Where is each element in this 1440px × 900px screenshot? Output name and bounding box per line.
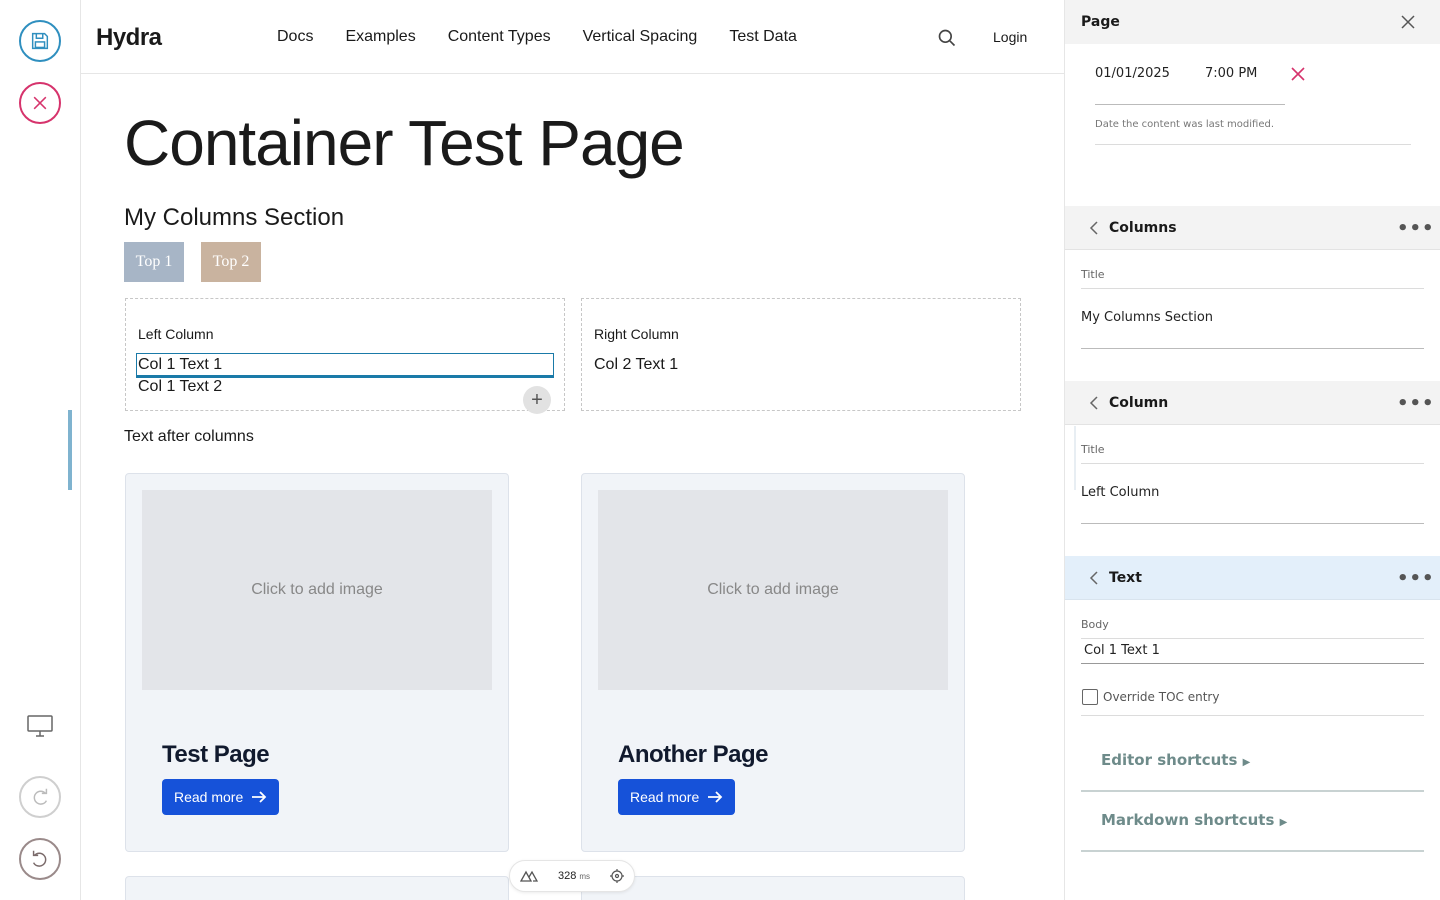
nav-vertical-spacing[interactable]: Vertical Spacing: [583, 28, 698, 46]
teaser-card[interactable]: Click to add image Test Page Read more: [125, 473, 509, 852]
page-title[interactable]: Container Test Page: [124, 106, 685, 180]
panel-title: Page: [1081, 14, 1120, 30]
more-icon[interactable]: •••: [1397, 218, 1435, 239]
read-more-label: Read more: [174, 789, 244, 805]
read-more-button[interactable]: Read more: [162, 779, 280, 815]
redo-icon: [33, 788, 48, 805]
search-icon[interactable]: [937, 28, 957, 48]
panel-title: Text: [1109, 569, 1142, 586]
crosshair-icon: [610, 869, 625, 883]
divider: [1095, 144, 1411, 145]
field-label: Title: [1081, 268, 1105, 281]
divider: [1081, 523, 1424, 524]
undo-button[interactable]: [19, 838, 61, 880]
divider: [1081, 638, 1424, 639]
caret-right-icon: ▶: [1279, 817, 1288, 828]
text-panel-header[interactable]: Text •••: [1065, 556, 1440, 600]
arrow-right-icon: [708, 791, 723, 803]
arrow-right-icon: [252, 791, 267, 803]
columns-panel-header[interactable]: Columns •••: [1065, 206, 1440, 250]
left-column[interactable]: Left Column Col 1 Text 1 Col 1 Text 2 +: [125, 298, 565, 414]
column-panel-header[interactable]: Column •••: [1065, 381, 1440, 425]
chevron-left-icon[interactable]: [1087, 394, 1101, 412]
cancel-button[interactable]: [19, 82, 61, 124]
divider: [1081, 463, 1424, 464]
save-button[interactable]: [19, 20, 61, 62]
divider: [1081, 348, 1424, 349]
login-link[interactable]: Login: [993, 29, 1027, 45]
divider: [1081, 850, 1424, 852]
monitor-icon: [27, 715, 53, 737]
read-more-label: Read more: [630, 789, 700, 805]
undo-icon: [32, 850, 47, 867]
page-panel-header: Page: [1065, 0, 1440, 44]
close-icon: [33, 96, 47, 110]
override-toc-checkbox[interactable]: [1082, 689, 1098, 705]
nav-examples[interactable]: Examples: [345, 28, 415, 46]
divider: [1081, 715, 1424, 716]
perf-badge[interactable]: 328 ms: [509, 860, 635, 892]
column-title: Left Column: [138, 326, 214, 342]
teaser-card[interactable]: [581, 876, 965, 900]
nuxt-icon: [519, 870, 538, 882]
site-logo[interactable]: Hydra: [96, 24, 162, 52]
image-placeholder[interactable]: Click to add image: [598, 490, 948, 690]
caret-right-icon: ▶: [1242, 757, 1251, 768]
markdown-shortcuts-toggle[interactable]: Markdown shortcuts ▶: [1101, 811, 1287, 829]
main-nav: Docs Examples Content Types Vertical Spa…: [277, 28, 797, 46]
site-header: Hydra Docs Examples Content Types Vertic…: [81, 0, 1064, 74]
body-input[interactable]: Col 1 Text 1: [1084, 643, 1160, 658]
redo-button[interactable]: [19, 776, 61, 818]
render-time: 328 ms: [557, 870, 591, 882]
nav-docs[interactable]: Docs: [277, 28, 313, 46]
date-input[interactable]: 01/01/2025: [1095, 66, 1170, 81]
tag-top-1[interactable]: Top 1: [124, 242, 184, 282]
checkbox-label: Override TOC entry: [1103, 690, 1220, 704]
text-block[interactable]: Col 1 Text 2: [138, 378, 222, 396]
title-input[interactable]: My Columns Section: [1081, 310, 1213, 325]
more-icon[interactable]: •••: [1397, 568, 1435, 589]
divider: [1081, 790, 1424, 792]
field-label: Title: [1081, 443, 1105, 456]
card-title: Another Page: [618, 741, 769, 768]
panel-title: Columns: [1109, 219, 1177, 236]
date-help-text: Date the content was last modified.: [1095, 119, 1275, 130]
sidebar: Page 01/01/2025 7:00 PM Date the content…: [1064, 0, 1440, 900]
nav-test-data[interactable]: Test Data: [729, 28, 797, 46]
divider: [1081, 663, 1424, 664]
teaser-card[interactable]: [125, 876, 509, 900]
nesting-indicator: [1074, 426, 1076, 490]
card-title: Test Page: [162, 741, 270, 768]
right-column[interactable]: Right Column Col 2 Text 1: [581, 298, 1021, 411]
save-icon: [31, 32, 49, 50]
field-label: Body: [1081, 618, 1109, 631]
chevron-left-icon[interactable]: [1087, 219, 1101, 237]
add-block-button[interactable]: +: [523, 386, 551, 414]
tag-top-2[interactable]: Top 2: [201, 242, 261, 282]
teaser-card[interactable]: Click to add image Another Page Read mor…: [581, 473, 965, 852]
chevron-left-icon[interactable]: [1087, 569, 1101, 587]
title-input[interactable]: Left Column: [1081, 485, 1159, 500]
close-icon[interactable]: [1401, 15, 1415, 29]
read-more-button[interactable]: Read more: [618, 779, 736, 815]
preview-button[interactable]: [19, 705, 61, 747]
divider: [1081, 288, 1424, 289]
block-indicator: [68, 410, 72, 490]
columns-section-title[interactable]: My Columns Section: [124, 204, 344, 232]
text-block[interactable]: Text after columns: [124, 428, 254, 446]
editor-toolbar: [0, 0, 81, 900]
nav-content-types[interactable]: Content Types: [448, 28, 551, 46]
image-placeholder[interactable]: Click to add image: [142, 490, 492, 690]
divider: [1095, 104, 1285, 105]
time-input[interactable]: 7:00 PM: [1205, 66, 1257, 81]
page-canvas: Hydra Docs Examples Content Types Vertic…: [81, 0, 1064, 900]
column-title: Right Column: [594, 326, 679, 342]
panel-title: Column: [1109, 394, 1169, 411]
text-block[interactable]: Col 1 Text 1: [138, 356, 222, 374]
more-icon[interactable]: •••: [1397, 393, 1435, 414]
clear-icon[interactable]: [1291, 67, 1305, 81]
editor-shortcuts-toggle[interactable]: Editor shortcuts ▶: [1101, 751, 1250, 769]
text-block[interactable]: Col 2 Text 1: [594, 356, 678, 374]
